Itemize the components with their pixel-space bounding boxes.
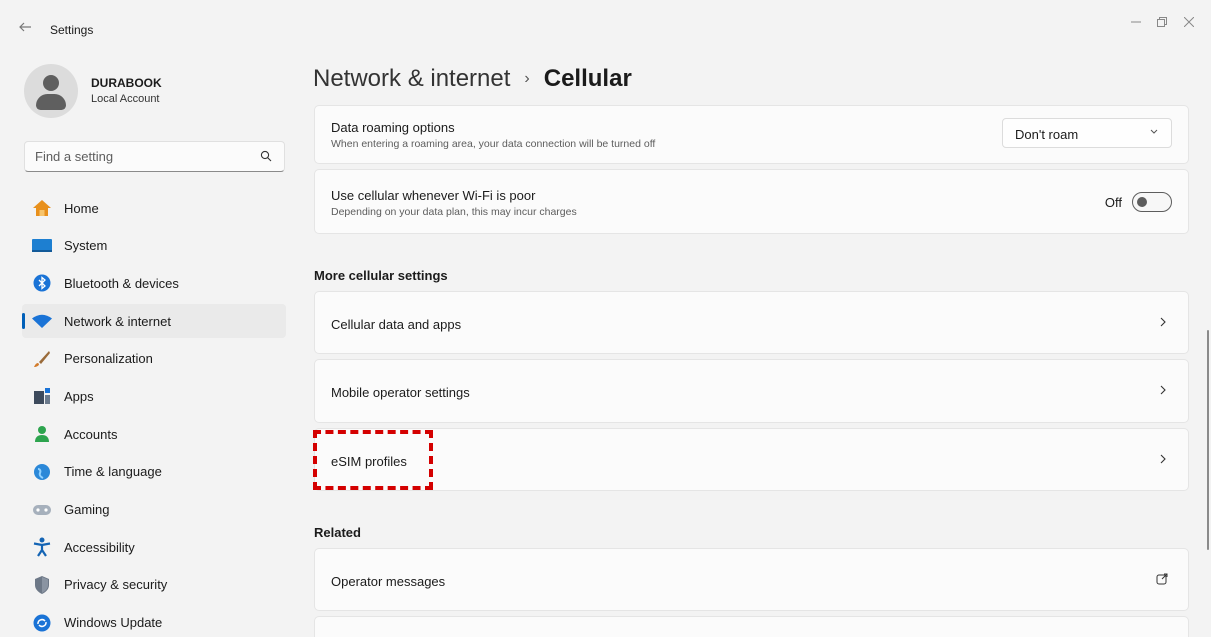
sidebar-item-bluetooth[interactable]: Bluetooth & devices: [22, 266, 286, 300]
sidebar-item-system[interactable]: System: [22, 229, 286, 263]
user-profile[interactable]: DURABOOK Local Account: [24, 64, 284, 120]
list-item-label: Mobile operator settings: [331, 385, 470, 400]
back-arrow-icon: [19, 22, 31, 32]
sidebar-item-time-language[interactable]: Time & language: [22, 455, 286, 489]
sidebar-item-label: Bluetooth & devices: [64, 275, 179, 291]
update-icon: [32, 613, 52, 633]
maximize-button[interactable]: [1151, 12, 1173, 34]
back-button[interactable]: [18, 20, 38, 40]
apps-icon: [32, 386, 52, 406]
chevron-right-icon: [1158, 383, 1168, 399]
related-header: Related: [314, 525, 361, 540]
shield-icon: [32, 575, 52, 595]
more-cellular-header: More cellular settings: [314, 268, 448, 283]
close-icon: [1183, 16, 1195, 28]
operator-messages-item[interactable]: Operator messages: [314, 548, 1189, 611]
wifi-poor-description: Depending on your data plan, this may in…: [331, 206, 577, 218]
active-indicator: [22, 313, 25, 330]
sidebar-item-label: Accounts: [64, 426, 118, 442]
app-title: Settings: [50, 23, 94, 37]
accessibility-icon: [32, 537, 52, 557]
sidebar-item-label: Time & language: [64, 464, 162, 480]
scrollbar[interactable]: [1207, 330, 1209, 550]
minimize-button[interactable]: [1125, 12, 1147, 34]
search-input[interactable]: [35, 149, 245, 164]
breadcrumb-parent[interactable]: Network & internet: [313, 65, 510, 93]
sidebar-item-label: Privacy & security: [64, 577, 168, 593]
cellular-data-apps-item[interactable]: Cellular data and apps: [314, 291, 1189, 354]
search-box[interactable]: [24, 141, 285, 172]
profile-account-type: Local Account: [91, 93, 160, 105]
toggle-state-label: Off: [1104, 194, 1122, 210]
sidebar-item-label: Apps: [64, 388, 94, 404]
minimize-icon: [1131, 21, 1141, 23]
chevron-right-icon: [1158, 315, 1168, 331]
sidebar-nav: Home System Bluetooth & devices Network …: [22, 191, 286, 637]
dropdown-value: Don't roam: [1015, 127, 1079, 142]
breadcrumb: Network & internet › Cellular: [313, 64, 632, 94]
sidebar-item-gaming[interactable]: Gaming: [22, 493, 286, 527]
next-related-item[interactable]: [314, 616, 1189, 637]
gamepad-icon: [32, 500, 52, 520]
sidebar-item-label: System: [64, 238, 108, 254]
sidebar-item-label: Accessibility: [64, 539, 135, 555]
sidebar-item-network[interactable]: Network & internet: [22, 304, 286, 339]
data-roaming-card: Data roaming options When entering a roa…: [314, 105, 1189, 164]
system-icon: [32, 236, 52, 256]
data-roaming-dropdown[interactable]: Don't roam: [1002, 118, 1172, 148]
sidebar-item-windows-update[interactable]: Windows Update: [22, 606, 286, 637]
wifi-icon: [32, 311, 52, 331]
external-link-icon: [1156, 572, 1168, 588]
page-title: Cellular: [543, 65, 632, 92]
wifi-poor-toggle-group: Off: [1105, 192, 1172, 212]
sidebar-item-personalization[interactable]: Personalization: [22, 342, 286, 376]
chevron-down-icon: [1149, 126, 1159, 139]
breadcrumb-separator-icon: ›: [524, 70, 530, 87]
bluetooth-icon: [32, 273, 52, 293]
data-roaming-title: Data roaming options: [331, 120, 455, 135]
list-item-label: Operator messages: [331, 574, 446, 589]
sidebar-item-label: Windows Update: [64, 615, 163, 631]
wifi-poor-title: Use cellular whenever Wi-Fi is poor: [331, 188, 536, 203]
sidebar-item-home[interactable]: Home: [22, 191, 286, 225]
list-item-label: Cellular data and apps: [331, 317, 462, 332]
list-item-label: eSIM profiles: [331, 454, 407, 469]
sidebar-item-label: Personalization: [64, 351, 153, 367]
globe-icon: [32, 462, 52, 482]
data-roaming-description: When entering a roaming area, your data …: [331, 138, 656, 150]
wifi-poor-toggle[interactable]: [1132, 192, 1172, 212]
accounts-icon: [32, 424, 52, 444]
sidebar-item-label: Network & internet: [64, 313, 171, 329]
sidebar-item-accessibility[interactable]: Accessibility: [22, 530, 286, 564]
maximize-icon: [1157, 17, 1167, 27]
home-icon: [32, 198, 52, 218]
brush-icon: [32, 349, 52, 369]
close-button[interactable]: [1178, 12, 1200, 34]
sidebar-item-accounts[interactable]: Accounts: [22, 417, 286, 451]
mobile-operator-settings-item[interactable]: Mobile operator settings: [314, 359, 1189, 423]
search-icon[interactable]: [260, 150, 272, 162]
chevron-right-icon: [1158, 452, 1168, 468]
sidebar-item-label: Gaming: [64, 502, 110, 517]
cellular-wifi-poor-card: Use cellular whenever Wi-Fi is poor Depe…: [314, 169, 1189, 234]
sidebar-item-label: Home: [64, 200, 99, 216]
avatar: [24, 64, 78, 118]
esim-profiles-item[interactable]: eSIM profiles: [314, 428, 1189, 491]
sidebar-item-privacy[interactable]: Privacy & security: [22, 568, 286, 602]
profile-name: DURABOOK: [91, 76, 162, 90]
title-bar: Settings: [0, 0, 1211, 48]
sidebar-item-apps[interactable]: Apps: [22, 379, 286, 413]
